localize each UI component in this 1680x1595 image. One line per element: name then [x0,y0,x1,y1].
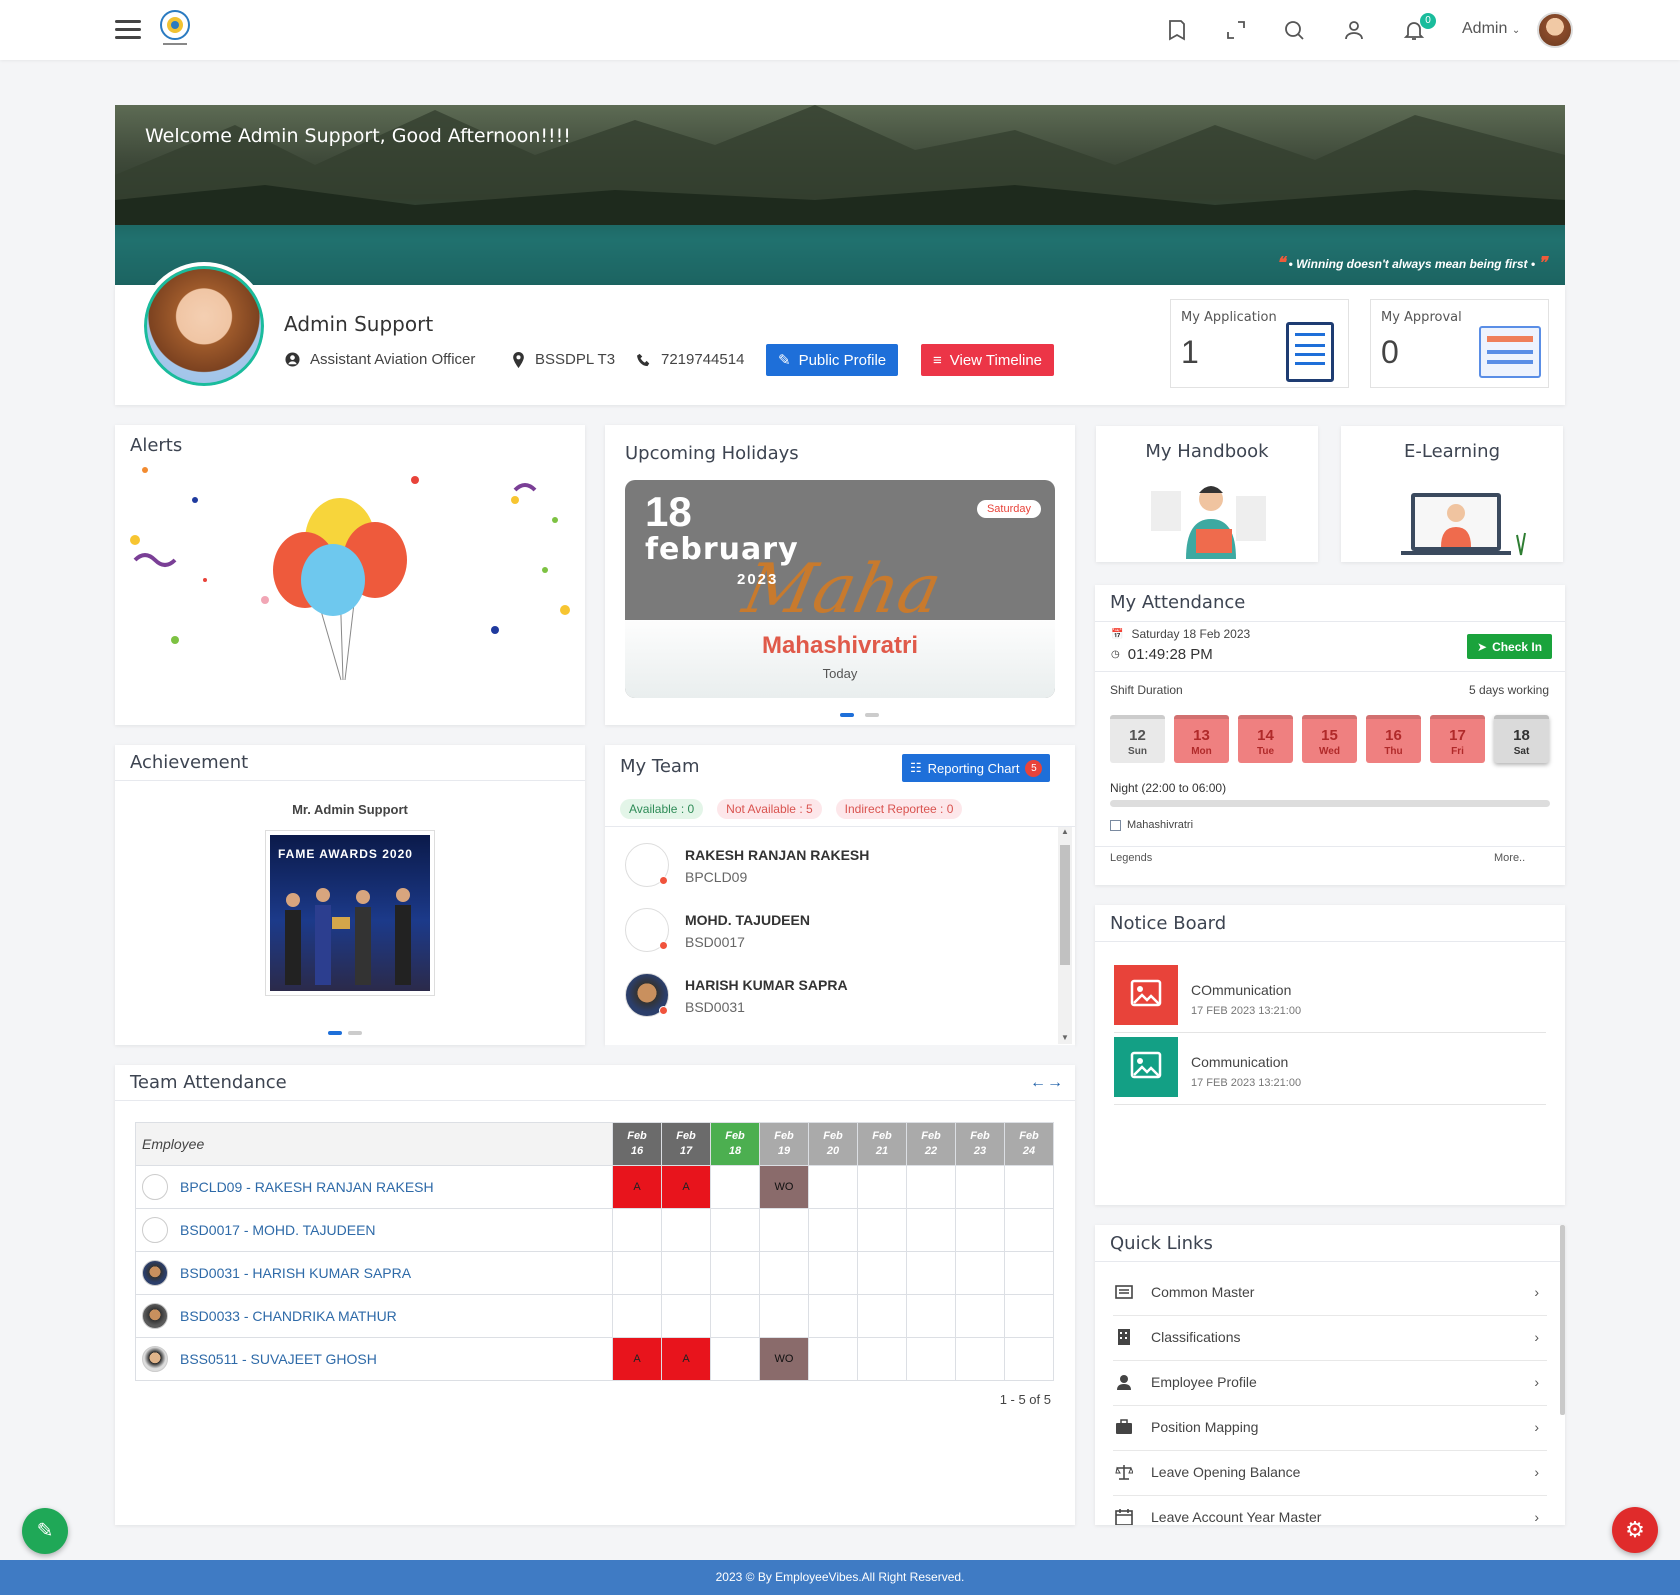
quick-link-label: Leave Opening Balance [1151,1464,1301,1480]
quick-link-item[interactable]: Leave Account Year Master › [1113,1496,1547,1525]
chevron-right-icon: › [1534,1464,1539,1480]
balance-icon [1115,1463,1133,1481]
briefcase-icon [1115,1418,1133,1436]
calendar-icon [1115,1508,1133,1525]
quick-link-item[interactable]: Leave Opening Balance › [1113,1451,1547,1496]
chevron-right-icon: › [1534,1419,1539,1435]
quick-link-label: Employee Profile [1151,1374,1257,1390]
chevron-right-icon: › [1534,1329,1539,1345]
quick-link-label: Leave Account Year Master [1151,1509,1322,1525]
quick-link-label: Position Mapping [1151,1419,1259,1435]
footer-text: 2023 © By EmployeeVibes.All Right Reserv… [715,1570,965,1584]
edit-fab-button[interactable]: ✎ [22,1508,68,1554]
gear-icon: ⚙ [1625,1517,1645,1542]
quick-link-item[interactable]: Classifications › [1113,1316,1547,1361]
settings-fab-button[interactable]: ⚙ [1612,1507,1658,1553]
quick-link-label: Classifications [1151,1329,1241,1345]
footer: 2023 © By EmployeeVibes.All Right Reserv… [0,1560,1680,1595]
quick-link-item[interactable]: Employee Profile › [1113,1361,1547,1406]
chevron-right-icon: › [1534,1509,1539,1525]
quick-link-label: Common Master [1151,1284,1255,1300]
user-icon [1115,1373,1133,1391]
chevron-right-icon: › [1534,1374,1539,1390]
quick-link-item[interactable]: Position Mapping › [1113,1406,1547,1451]
quick-link-item[interactable]: Common Master › [1113,1271,1547,1316]
building-icon [1115,1328,1133,1346]
list-icon [1115,1283,1133,1301]
quick-links-list: Common Master › Classifications › Employee P… [0,0,1680,1525]
pencil-icon: ✎ [36,1520,54,1542]
chevron-right-icon: › [1534,1284,1539,1300]
